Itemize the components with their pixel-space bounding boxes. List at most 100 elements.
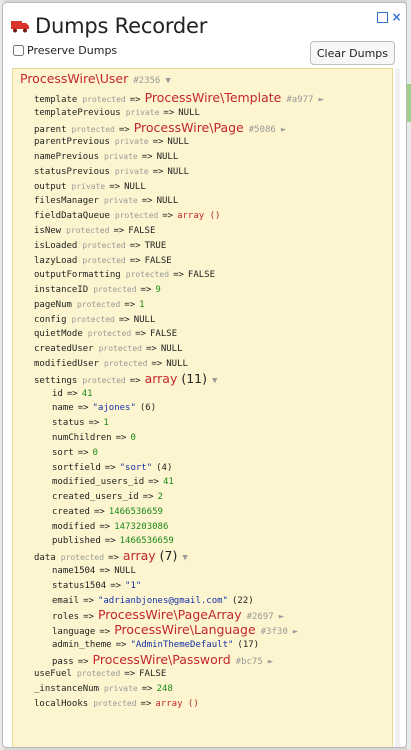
collapse-toggle-icon[interactable]: ▼ (165, 76, 170, 86)
dump-value: "AdminThemeDefault" (130, 639, 234, 650)
visibility-modifier: private (104, 196, 138, 206)
arrow-operator: => (140, 698, 152, 709)
arrow-operator: => (99, 565, 111, 576)
dump-line[interactable]: settings protected => array (11) ▼ (34, 371, 217, 386)
arrow-operator: => (83, 595, 94, 606)
arrow-operator: => (109, 181, 121, 192)
dump-value: FALSE (139, 669, 167, 680)
arrow-operator: => (142, 492, 154, 503)
close-icon[interactable]: × (391, 11, 402, 23)
visibility-modifier: protected (114, 211, 159, 221)
visibility-modifier: protected (93, 698, 137, 708)
arrow-operator: => (77, 656, 89, 667)
dump-value: 1 (103, 418, 109, 429)
class-name[interactable]: ProcessWire\Password (93, 652, 231, 667)
dump-value: NULL (156, 152, 179, 163)
visibility-modifier: protected (82, 240, 126, 250)
dump-line: templatePrevious private => NULL (34, 106, 200, 120)
dump-key: language (52, 627, 96, 638)
class-name[interactable]: ProcessWire\Page (134, 120, 244, 135)
class-name[interactable]: ProcessWire\Language (114, 622, 255, 637)
arrow-operator: => (163, 107, 175, 118)
dump-key: parent (34, 124, 67, 135)
arrow-operator: => (152, 137, 164, 148)
dump-line[interactable]: language => ProcessWire\Language #3f30 ► (52, 622, 298, 638)
visibility-modifier: private (71, 181, 106, 191)
visibility-modifier: protected (60, 553, 105, 563)
dump-key: createdUser (34, 344, 94, 355)
dump-key: pass (52, 656, 74, 667)
string-length: (6) (139, 403, 157, 414)
class-name[interactable]: ProcessWire\Template (145, 90, 282, 105)
panel-title: Dumps Recorder (35, 14, 208, 38)
dump-line: id => 41 (52, 387, 93, 401)
dump-value: NULL (114, 565, 136, 576)
dump-key: outputFormatting (34, 270, 121, 281)
dump-line: name => "ajones" (6) (52, 401, 156, 415)
dump-key: namePrevious (34, 152, 100, 163)
dump-key: fieldDataQueue (34, 211, 110, 222)
dump-key: pageNum (34, 299, 72, 310)
dump-value: "sort" (119, 462, 153, 473)
expand-toggle-icon[interactable]: ► (279, 612, 284, 622)
dump-value: NULL (167, 137, 190, 148)
collapse-toggle-icon[interactable]: ▼ (212, 376, 217, 386)
dump-value: 1466536659 (119, 536, 174, 547)
dump-value: NULL (160, 344, 183, 355)
dump-key: instanceID (34, 285, 89, 296)
dump-key: roles (52, 612, 80, 623)
expand-toggle-icon[interactable]: ► (318, 95, 323, 105)
array-label[interactable]: array (123, 548, 156, 563)
arrow-operator: => (135, 329, 146, 340)
preserve-dumps-checkbox[interactable]: Preserve Dumps (13, 44, 117, 57)
dump-value: "adrianbjones@gmail.com" (97, 595, 228, 606)
dump-key: quietMode (34, 329, 83, 340)
class-name[interactable]: ProcessWire\PageArray (98, 607, 242, 622)
dump-key: output (34, 181, 67, 192)
dump-key: parentPrevious (34, 137, 110, 148)
dump-root[interactable]: ProcessWire\User #2356 ▼ (20, 71, 171, 87)
dump-line[interactable]: data protected => array (7) ▼ (34, 548, 188, 564)
dump-line: lazyLoad protected => FALSE (34, 254, 172, 268)
dump-line: sort => 0 (52, 446, 98, 460)
dump-value: 41 (81, 388, 93, 399)
dump-line: createdUser protected => NULL (34, 342, 183, 356)
dump-line: published => 1466536659 (52, 534, 174, 548)
dump-scrollbar[interactable] (395, 68, 400, 747)
dump-line[interactable]: template protected => ProcessWire\Template #… (34, 90, 324, 106)
dump-line[interactable]: parent protected => ProcessWire\Page #5086 ► (34, 120, 286, 135)
dump-key: settings (34, 375, 78, 386)
string-length: (4) (156, 462, 173, 473)
dump-key: templatePrevious (34, 107, 121, 118)
dump-key: template (34, 95, 78, 105)
expand-toggle-icon[interactable]: ► (293, 627, 298, 637)
dump-value: 248 (156, 684, 173, 695)
dump-value: array () (155, 698, 199, 709)
dump-value: 1473203086 (114, 521, 169, 532)
dump-key: created_users_id (52, 492, 139, 503)
dump-line[interactable]: pass => ProcessWire\Password #bc75 ► (52, 652, 273, 667)
clear-dumps-button[interactable]: Clear Dumps (309, 41, 395, 65)
collapse-toggle-icon[interactable]: ▼ (182, 553, 187, 563)
dump-value: "ajones" (92, 403, 136, 414)
dump-line: modified_users_id => 41 (52, 475, 174, 489)
visibility-modifier: private (104, 684, 138, 694)
dump-line: modifiedUser protected => NULL (34, 357, 188, 371)
arrow-operator: => (129, 95, 141, 105)
visibility-modifier: protected (104, 359, 148, 369)
dump-key: status (52, 418, 85, 429)
dump-value: NULL (156, 196, 179, 207)
dump-key: sortfield (52, 462, 101, 473)
arrow-operator: => (77, 447, 89, 458)
dump-line: numChildren => 0 (52, 431, 136, 445)
array-label[interactable]: array (145, 371, 178, 386)
expand-toggle-icon[interactable]: ► (281, 125, 286, 135)
dump-value: 1466536659 (108, 506, 163, 517)
root-class-name[interactable]: ProcessWire\User (20, 71, 128, 86)
dump-line[interactable]: roles => ProcessWire\PageArray #2697 ► (52, 607, 284, 623)
arrow-operator: => (129, 240, 141, 251)
dump-key: name1504 (52, 565, 96, 576)
expand-toggle-icon[interactable]: ► (268, 657, 273, 667)
preserve-dumps-input[interactable] (13, 45, 24, 56)
maximize-icon[interactable] (377, 12, 388, 23)
